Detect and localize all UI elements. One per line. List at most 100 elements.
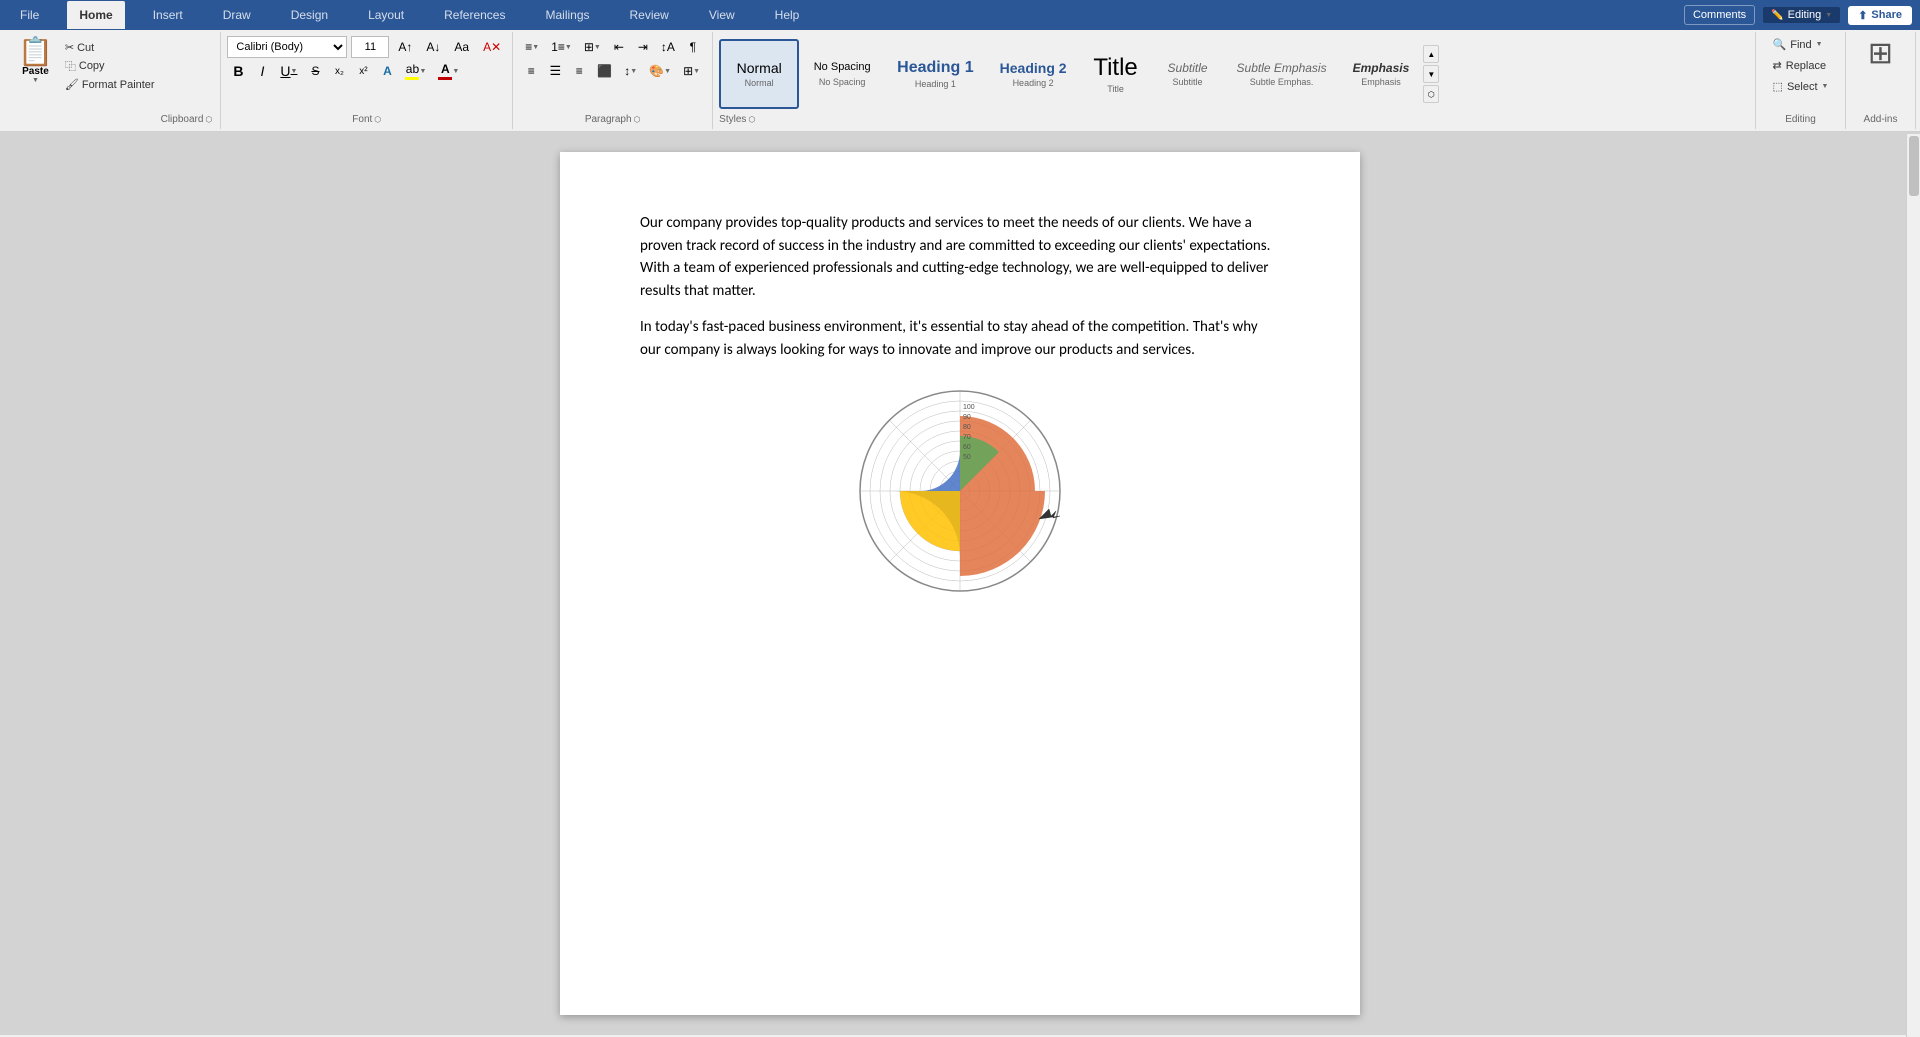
- paste-icon: 📋: [18, 38, 53, 66]
- font-group-content: Calibri (Body) A↑ A↓ Aa A✕ B I U▼ S x₂ x…: [227, 36, 506, 82]
- subscript-button[interactable]: x₂: [328, 60, 350, 82]
- tab-layout[interactable]: Layout: [356, 1, 416, 29]
- borders-button[interactable]: ⊞▼: [678, 60, 705, 82]
- tab-insert[interactable]: Insert: [141, 1, 195, 29]
- show-hide-button[interactable]: ¶: [682, 36, 704, 58]
- styles-scroll-down-button[interactable]: ▼: [1423, 65, 1439, 83]
- align-right-button[interactable]: ≡: [568, 60, 590, 82]
- text-effects-button[interactable]: A: [376, 60, 398, 82]
- font-expand-icon[interactable]: ⬡: [374, 115, 381, 124]
- decrease-indent-button[interactable]: ⇤: [608, 36, 630, 58]
- share-button[interactable]: ⬆ Share: [1848, 6, 1912, 25]
- font-group-label-text: Font ⬡: [352, 114, 381, 125]
- paste-dropdown[interactable]: ▼: [32, 77, 39, 84]
- line-spacing-button[interactable]: ↕▼: [619, 60, 642, 82]
- style-normal-button[interactable]: Normal Normal: [719, 39, 799, 109]
- format-painter-button[interactable]: 🖌 Format Painter: [63, 77, 157, 92]
- styles-expand-icon[interactable]: ⬡: [748, 115, 755, 124]
- shading-button[interactable]: 🎨▼: [644, 60, 676, 82]
- document-area: Our company provides top-quality product…: [0, 132, 1920, 1035]
- highlight-button[interactable]: ab ▼: [400, 60, 431, 82]
- bold-button[interactable]: B: [227, 60, 249, 82]
- tab-mailings[interactable]: Mailings: [533, 1, 601, 29]
- bullets-button[interactable]: ≡▼: [520, 36, 544, 58]
- italic-button[interactable]: I: [251, 60, 273, 82]
- addins-group: ⊞ Add-ins: [1846, 32, 1916, 129]
- font-size-increase-button[interactable]: A↑: [393, 36, 417, 58]
- select-button[interactable]: ⬚ Select ▼: [1767, 78, 1835, 95]
- styles-expand-button[interactable]: ⬡: [1423, 85, 1439, 103]
- tab-view[interactable]: View: [697, 1, 747, 29]
- tab-help[interactable]: Help: [763, 1, 812, 29]
- styles-scroll-up-button[interactable]: ▲: [1423, 45, 1439, 63]
- paragraph-1[interactable]: Our company provides top-quality product…: [640, 212, 1280, 302]
- share-label: Share: [1871, 9, 1902, 21]
- style-subtle-button[interactable]: Subtle Emphasis Subtle Emphas.: [1225, 39, 1339, 109]
- style-subtitle-label: Subtitle: [1173, 77, 1203, 87]
- radar-chart[interactable]: 100 90 80 70 60 50: [850, 381, 1070, 601]
- change-case-button[interactable]: Aa: [449, 36, 474, 58]
- paragraph-expand-icon[interactable]: ⬡: [634, 115, 641, 124]
- cut-label: Cut: [77, 42, 94, 54]
- align-left-button[interactable]: ≡: [520, 60, 542, 82]
- clear-formatting-button[interactable]: A✕: [478, 36, 506, 58]
- clipboard-group: 📋 Paste ▼ ✂ Cut ⿻ Copy 🖌 Format Painter …: [4, 32, 221, 129]
- font-color-button[interactable]: A ▼: [433, 60, 464, 82]
- clipboard-expand-icon[interactable]: ⬡: [205, 115, 212, 124]
- increase-indent-button[interactable]: ⇥: [632, 36, 654, 58]
- underline-button[interactable]: U▼: [275, 60, 302, 82]
- title-bar: File Home Insert Draw Design Layout Refe…: [0, 0, 1920, 30]
- style-emphasis-preview: Emphasis: [1353, 61, 1410, 75]
- style-subtitle-button[interactable]: Subtitle Subtitle: [1153, 39, 1223, 109]
- multilevel-list-button[interactable]: ⊞▼: [579, 36, 606, 58]
- tab-review[interactable]: Review: [618, 1, 681, 29]
- style-emphasis-button[interactable]: Emphasis Emphasis: [1341, 39, 1422, 109]
- addins-content: ⊞: [1868, 36, 1893, 71]
- justify-button[interactable]: ⬛: [592, 60, 617, 82]
- styles-group: Normal Normal No Spacing No Spacing Head…: [713, 32, 1756, 129]
- tab-file[interactable]: File: [8, 1, 51, 29]
- tab-draw[interactable]: Draw: [211, 1, 263, 29]
- style-emphasis-label: Emphasis: [1361, 77, 1401, 87]
- paragraph-2[interactable]: In today's fast-paced business environme…: [640, 316, 1280, 361]
- copy-icon: ⿻: [65, 58, 76, 74]
- paste-button[interactable]: 📋 Paste ▼: [12, 36, 59, 86]
- find-dropdown-arrow[interactable]: ▼: [1816, 41, 1823, 48]
- editing-dropdown-arrow[interactable]: ▼: [1825, 12, 1832, 19]
- strikethrough-button[interactable]: S: [304, 60, 326, 82]
- style-h1-label: Heading 1: [915, 79, 956, 89]
- para-row2: ≡ ☰ ≡ ⬛ ↕▼ 🎨▼ ⊞▼: [520, 60, 705, 82]
- select-dropdown-arrow[interactable]: ▼: [1822, 83, 1829, 90]
- align-center-button[interactable]: ☰: [544, 60, 566, 82]
- style-heading2-button[interactable]: Heading 2 Heading 2: [988, 39, 1079, 109]
- tab-home[interactable]: Home: [67, 1, 124, 29]
- copy-button[interactable]: ⿻ Copy: [63, 57, 157, 75]
- chart-label-50: 50: [963, 454, 971, 461]
- numbering-button[interactable]: 1≡▼: [546, 36, 577, 58]
- style-no-spacing-button[interactable]: No Spacing No Spacing: [801, 39, 883, 109]
- paragraph-group-label-text: Paragraph ⬡: [585, 114, 641, 125]
- style-subtle-preview: Subtle Emphasis: [1237, 61, 1327, 75]
- cut-button[interactable]: ✂ Cut: [63, 40, 157, 55]
- tab-design[interactable]: Design: [279, 1, 340, 29]
- font-name-select[interactable]: Calibri (Body): [227, 36, 347, 58]
- font-row1: Calibri (Body) A↑ A↓ Aa A✕: [227, 36, 506, 58]
- select-icon: ⬚: [1773, 80, 1783, 93]
- document-page: Our company provides top-quality product…: [560, 152, 1360, 1015]
- clipboard-group-label: Clipboard: [161, 114, 204, 125]
- scrollbar-thumb[interactable]: [1909, 136, 1919, 196]
- ribbon-tabs-bar: File Home Insert Draw Design Layout Refe…: [8, 1, 811, 29]
- tab-references[interactable]: References: [432, 1, 517, 29]
- addins-icon[interactable]: ⊞: [1868, 36, 1893, 71]
- comments-button[interactable]: Comments: [1684, 5, 1755, 25]
- replace-button[interactable]: ⇄ Replace: [1767, 57, 1835, 74]
- font-size-input[interactable]: [351, 36, 389, 58]
- sort-button[interactable]: ↕A: [656, 36, 680, 58]
- style-title-button[interactable]: Title Title: [1081, 39, 1151, 109]
- superscript-button[interactable]: x²: [352, 60, 374, 82]
- style-heading1-button[interactable]: Heading 1 Heading 1: [885, 39, 985, 109]
- style-normal-preview: Normal: [737, 60, 782, 76]
- cut-icon: ✂: [65, 41, 74, 54]
- find-button[interactable]: 🔍 Find ▼: [1767, 36, 1835, 53]
- font-size-decrease-button[interactable]: A↓: [421, 36, 445, 58]
